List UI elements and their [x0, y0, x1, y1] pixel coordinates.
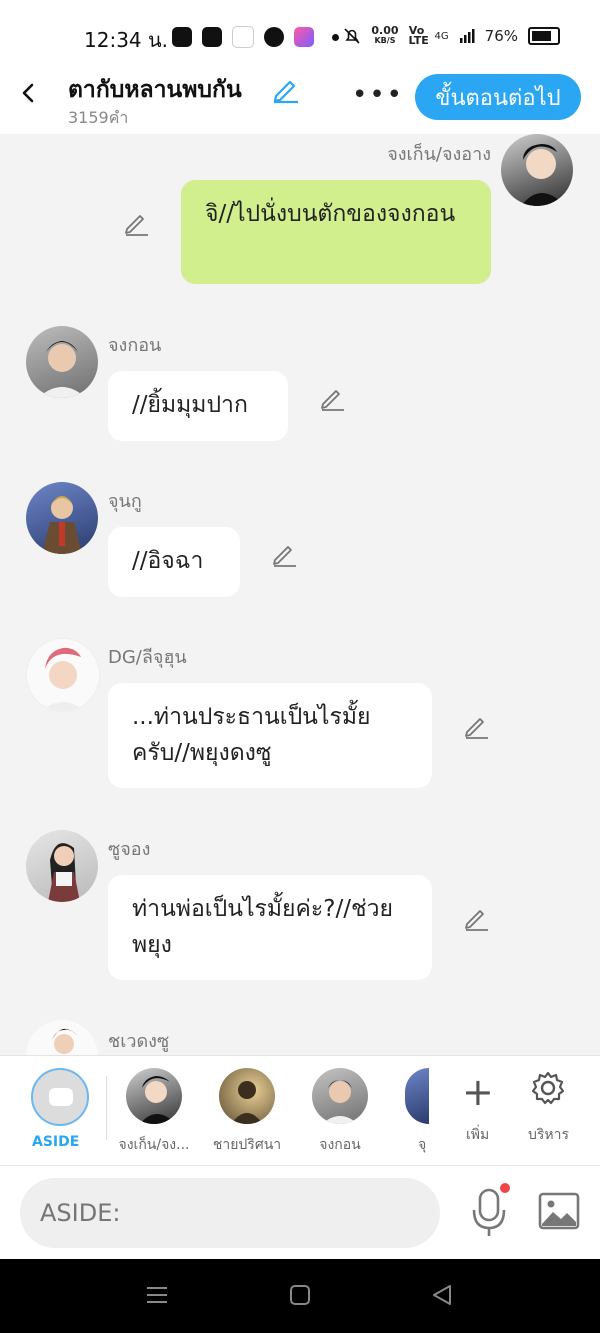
home-icon[interactable] — [288, 1283, 312, 1307]
add-character-icon[interactable]: + — [462, 1070, 494, 1114]
next-step-button[interactable]: ขั้นตอนต่อไป — [415, 74, 581, 120]
message-bubble[interactable]: ...ท่านประธานเป็นไรมั้ยครับ//พยุงดงซู — [108, 683, 432, 788]
character-label: จุ — [418, 1137, 427, 1153]
edit-title-pencil-icon[interactable] — [270, 74, 300, 104]
sender-name: ชเวดงซู — [108, 1031, 170, 1052]
story-title: ตากับหลานพบกัน — [68, 77, 242, 103]
avatar[interactable] — [501, 134, 573, 206]
more-options-icon[interactable]: ••• — [352, 80, 404, 110]
system-status: 0.00 KB/S Vo LTE 4G 76% — [343, 24, 560, 47]
sender-name: จงกอน — [108, 335, 162, 356]
message-bubble-right[interactable]: จิ//ไปนั่งบนตักของจงกอน — [181, 180, 491, 284]
battery-percent: 76% — [484, 27, 518, 45]
sender-name: DG/ลีจุฮุน — [108, 647, 187, 668]
manage-label: บริหาร — [528, 1127, 570, 1143]
sender-name: จุนกู — [108, 491, 142, 512]
edit-pencil-icon[interactable] — [270, 540, 298, 568]
message-bubble[interactable]: //อิจฉา — [108, 527, 240, 597]
word-count: 3159คำ — [68, 108, 129, 127]
microphone-icon[interactable] — [470, 1186, 508, 1238]
edit-pencil-icon[interactable] — [462, 904, 490, 932]
character-portrait-icon — [322, 1080, 358, 1124]
sender-name: ซูจอง — [108, 839, 151, 860]
character-portrait-icon — [41, 647, 85, 711]
message-bubble[interactable]: ท่านพ่อเป็นไรมั้ยค่ะ?//ช่วยพยุง — [108, 875, 432, 980]
character-portrait-icon — [140, 1076, 176, 1124]
sender-name: จงเก็น/จงอาง — [387, 144, 491, 165]
character-label: จงกอน — [319, 1137, 361, 1153]
network-type: 4G — [434, 30, 449, 42]
speed-unit: KB/S — [374, 36, 396, 45]
status-time: 12:34 น. — [84, 28, 169, 52]
recording-dot — [500, 1183, 510, 1193]
more-notifications-dot — [332, 33, 339, 41]
character-avatar[interactable] — [219, 1068, 275, 1124]
notification-icons — [172, 26, 339, 48]
speed-value: 0.00 — [371, 24, 399, 37]
signal-icon — [459, 29, 475, 43]
network-speed: 0.00 KB/S — [371, 24, 399, 46]
edit-pencil-icon[interactable] — [462, 712, 490, 740]
character-avatar[interactable] — [312, 1068, 368, 1124]
avatar[interactable] — [26, 638, 100, 712]
message-input[interactable] — [20, 1178, 440, 1248]
tiktok-icon — [232, 26, 254, 48]
add-label: เพิ่ม — [466, 1127, 490, 1143]
character-portrait-icon — [48, 843, 80, 902]
message-input-bar — [0, 1165, 600, 1260]
character-selector-bar: ASIDE จงเก็น/จง... ชายปริศนา จงกอน จุ + … — [0, 1055, 600, 1166]
menu-icon[interactable] — [145, 1283, 169, 1307]
status-bar: 12:34 น. 0.00 KB/S Vo LTE 4G 76% — [0, 0, 600, 68]
pinterest-icon — [264, 27, 284, 47]
character-label: จงเก็น/จง... — [118, 1137, 190, 1153]
character-avatar[interactable] — [126, 1068, 182, 1124]
app-icon — [294, 27, 314, 47]
gear-icon[interactable] — [530, 1070, 566, 1106]
app-notification-icon — [172, 27, 192, 47]
divider — [106, 1076, 107, 1140]
mute-bell-icon — [344, 28, 360, 44]
back-arrow-icon[interactable] — [14, 78, 44, 108]
aside-label: ASIDE — [32, 1134, 80, 1150]
character-portrait-icon — [42, 496, 82, 554]
image-icon[interactable] — [538, 1192, 580, 1230]
back-icon[interactable] — [430, 1283, 454, 1307]
avatar[interactable] — [26, 326, 98, 398]
aside-chat-icon — [49, 1088, 73, 1106]
battery-icon — [528, 27, 560, 45]
avatar[interactable] — [26, 830, 98, 902]
aside-button[interactable] — [31, 1068, 89, 1126]
system-nav-bar — [0, 1259, 600, 1333]
volte-indicator: Vo LTE — [408, 24, 429, 47]
avatar[interactable] — [26, 482, 98, 554]
character-avatar[interactable] — [405, 1068, 429, 1124]
edit-pencil-icon[interactable] — [122, 209, 150, 237]
character-label: ชายปริศนา — [212, 1137, 282, 1153]
character-portrait-icon — [231, 1081, 263, 1124]
shopping-bag-icon — [202, 27, 222, 47]
message-bubble[interactable]: //ยิ้มมุมปาก — [108, 371, 288, 441]
chat-header: ตากับหลานพบกัน 3159คำ ••• ขั้นตอนต่อไป — [0, 68, 600, 134]
character-portrait-icon — [38, 341, 86, 398]
character-portrait-icon — [521, 144, 565, 206]
edit-pencil-icon[interactable] — [318, 384, 346, 412]
